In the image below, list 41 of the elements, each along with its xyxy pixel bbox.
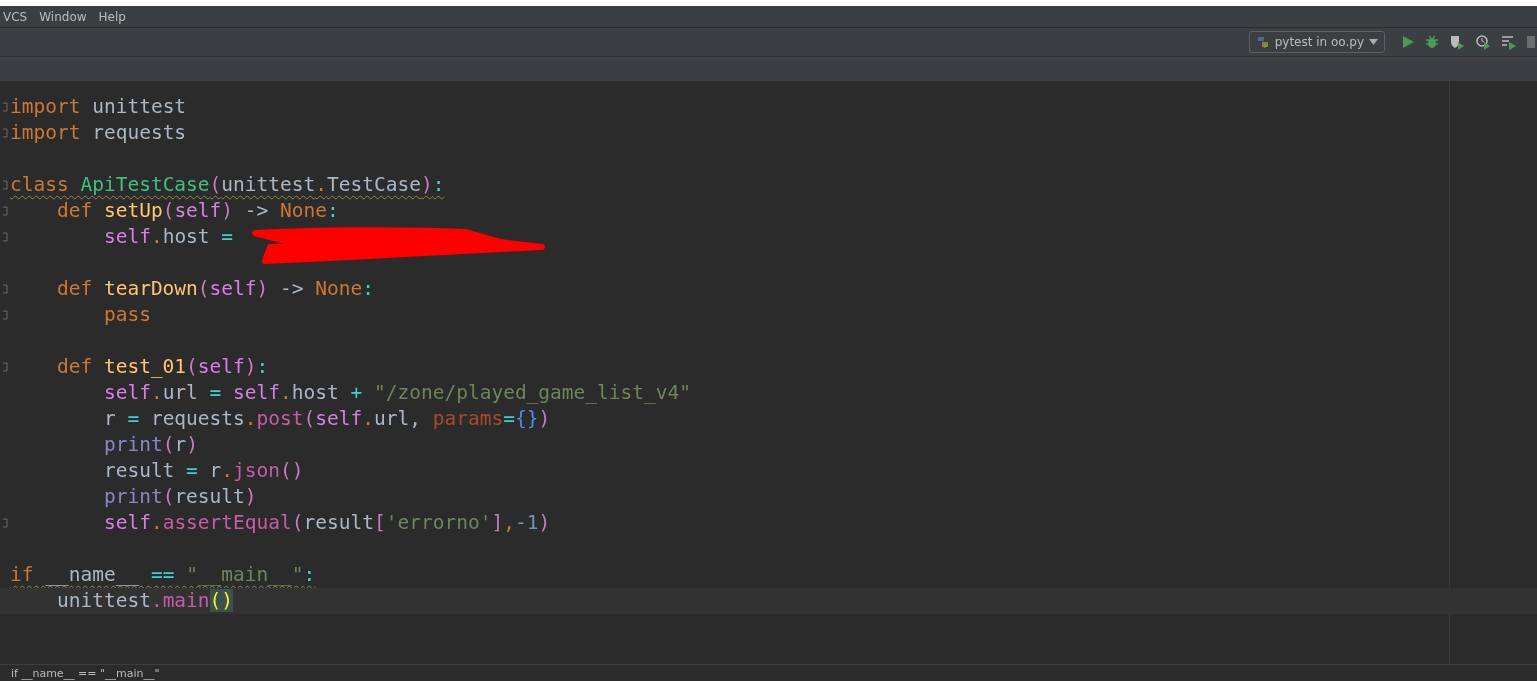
code-line: import requests	[10, 120, 187, 146]
shield-play-icon	[1449, 34, 1465, 50]
run-configuration-dropdown[interactable]: pytest in oo.py	[1248, 31, 1385, 53]
code-line: self.host =	[102, 224, 234, 250]
bug-icon	[1425, 35, 1439, 49]
run-configuration-label: pytest in oo.py	[1274, 35, 1364, 49]
code-line: print(result)	[102, 484, 257, 510]
python-icon	[1255, 35, 1270, 49]
clock-play-icon	[1475, 34, 1491, 50]
menu-item[interactable]: VCS	[3, 9, 28, 24]
fold-icon[interactable]	[2, 206, 8, 216]
fold-icon[interactable]	[2, 128, 8, 138]
fold-icon[interactable]	[2, 180, 8, 190]
code-line: self.url = self.host + "/zone/played_game_list_v4"	[102, 380, 691, 406]
list-play-icon	[1501, 34, 1517, 50]
code-line: unittest.main()	[55, 588, 234, 614]
breadcrumb-item[interactable]: if __name__ == "__main__"	[11, 666, 160, 680]
menu-item[interactable]: Window	[39, 9, 87, 24]
fold-icon[interactable]	[2, 284, 8, 294]
code-line: import unittest	[10, 94, 187, 120]
code-line: class ApiTestCase(unittest.TestCase):	[10, 172, 445, 198]
code-line: if __name__ == "__main__":	[10, 562, 316, 588]
code-line: r = requests.post(self.url, params={})	[102, 406, 551, 432]
code-line: print(r)	[102, 432, 198, 458]
caret-icon	[1369, 39, 1378, 45]
code-line: def tearDown(self) -> None:	[55, 276, 374, 302]
fold-icon[interactable]	[2, 518, 8, 528]
fold-icon[interactable]	[2, 102, 8, 112]
play-icon	[1401, 35, 1415, 49]
fold-icon[interactable]	[2, 310, 8, 320]
square-icon	[1527, 36, 1535, 48]
menu-item[interactable]: Help	[98, 9, 126, 24]
code-line: def test_01(self):	[55, 354, 269, 380]
fold-icon[interactable]	[2, 362, 8, 372]
code-line: def setUp(self) -> None:	[55, 198, 339, 224]
debug-button[interactable]	[1423, 33, 1441, 51]
code-line: self.assertEqual(result['errorno'],-1)	[102, 510, 551, 536]
code-line: pass	[102, 302, 151, 328]
code-line: result = r.json()	[102, 458, 304, 484]
fold-icon[interactable]	[2, 232, 8, 242]
stop-button[interactable]	[1525, 34, 1537, 50]
